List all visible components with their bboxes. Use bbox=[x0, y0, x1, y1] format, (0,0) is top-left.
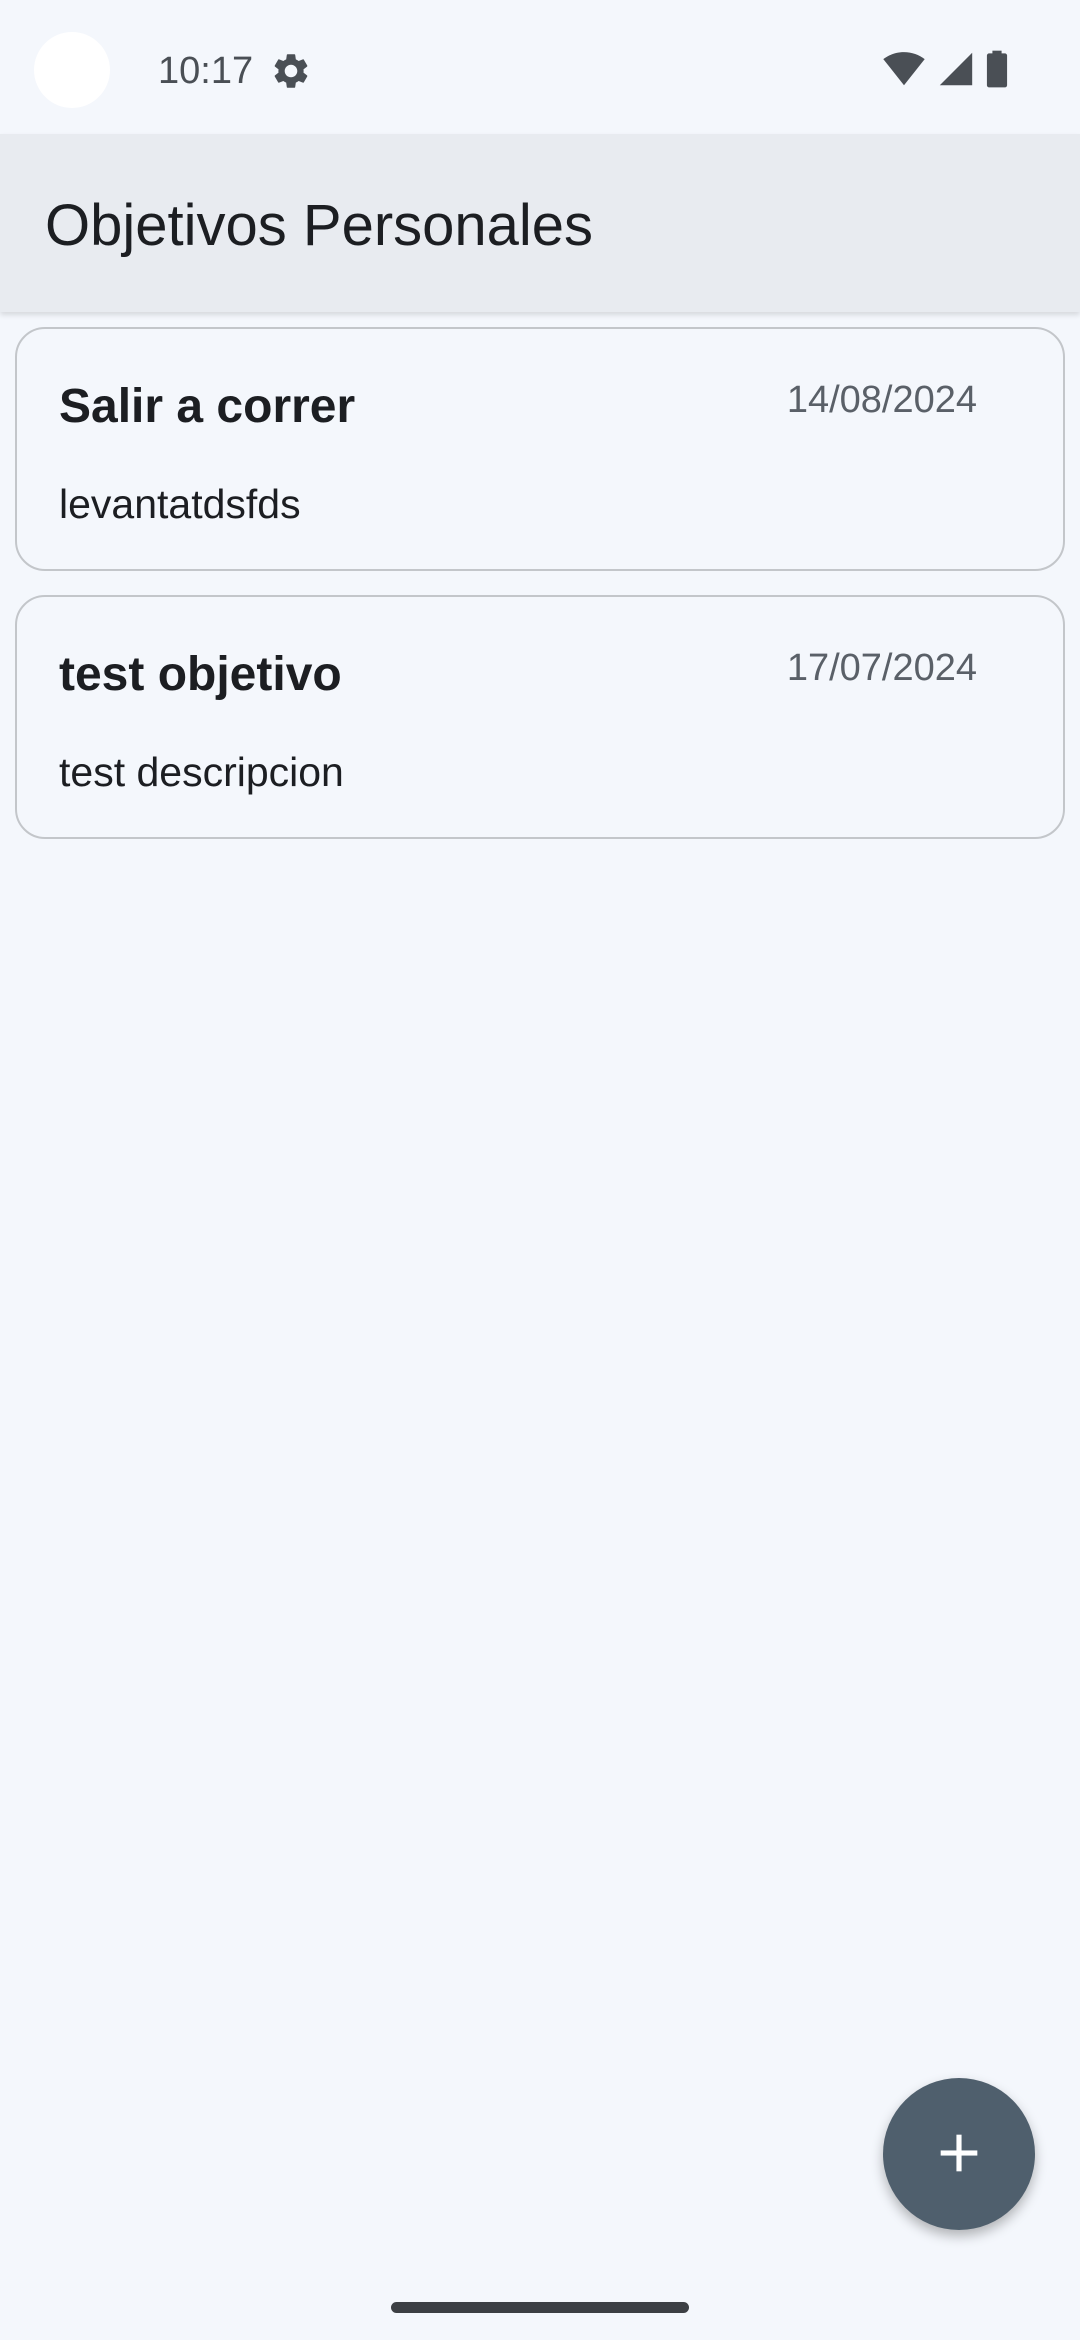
wifi-icon bbox=[882, 51, 926, 92]
status-icons bbox=[882, 50, 1008, 93]
goal-card[interactable]: Salir a correr 14/08/2024 levantatdsfds bbox=[15, 327, 1065, 571]
status-time: 10:17 bbox=[158, 50, 254, 92]
battery-icon bbox=[986, 50, 1008, 93]
top-app-bar: Objetivos Personales bbox=[0, 134, 1080, 312]
add-goal-button[interactable] bbox=[883, 2078, 1035, 2230]
settings-gear-icon bbox=[270, 50, 312, 92]
goal-title: test objetivo bbox=[59, 648, 342, 701]
page-title: Objetivos Personales bbox=[45, 193, 594, 258]
goal-date: 17/07/2024 bbox=[786, 647, 977, 689]
cell-signal-icon bbox=[938, 51, 974, 92]
camera-cutout bbox=[34, 32, 110, 108]
status-bar: 10:17 bbox=[0, 0, 1080, 134]
goal-title: Salir a correr bbox=[59, 380, 356, 433]
gesture-nav-handle[interactable] bbox=[391, 2302, 689, 2313]
goal-card[interactable]: test objetivo 17/07/2024 test descripcio… bbox=[15, 595, 1065, 839]
plus-icon bbox=[937, 2131, 981, 2178]
goal-description: levantatdsfds bbox=[59, 481, 301, 527]
goal-description: test descripcion bbox=[59, 749, 344, 795]
app-screen: 10:17 Objetivos Personales Salir a corre… bbox=[0, 0, 1080, 2340]
goal-list: Salir a correr 14/08/2024 levantatdsfds … bbox=[15, 327, 1065, 863]
goal-date: 14/08/2024 bbox=[786, 379, 977, 421]
